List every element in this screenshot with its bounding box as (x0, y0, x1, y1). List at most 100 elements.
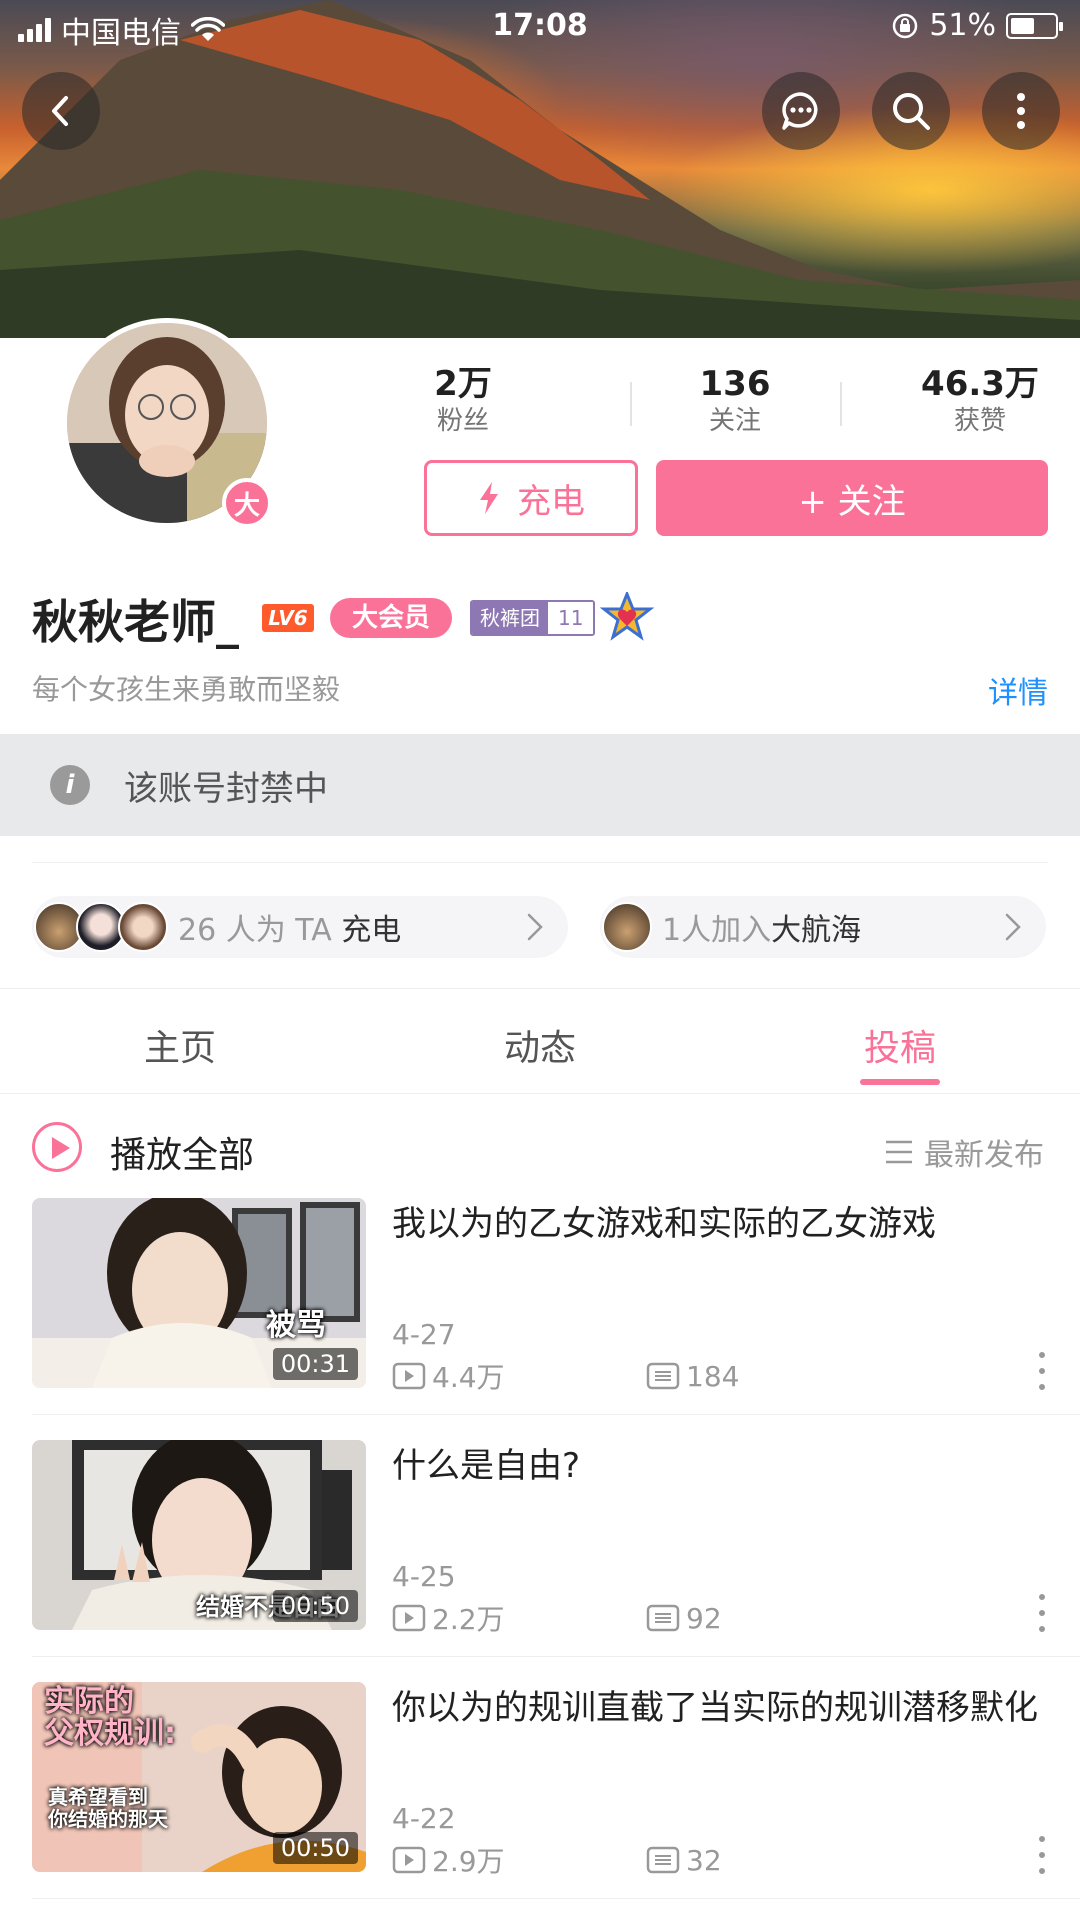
stat-value: 46.3万 (921, 364, 1039, 404)
views-group: 4.4万 (392, 1356, 646, 1396)
stat-value: 2万 (434, 364, 492, 404)
vip-avatar-badge: 大 (222, 478, 272, 528)
fan-medal-name: 秋裤团 (472, 602, 548, 634)
play-count-icon (392, 1362, 426, 1390)
video-duration: 00:50 (272, 1590, 358, 1622)
fan-medal-badge[interactable]: 秋裤团 11 (470, 600, 596, 636)
vip-badge[interactable]: 大会员 (330, 598, 452, 638)
rotation-lock-icon (893, 13, 918, 38)
list-icon (886, 1140, 912, 1164)
active-tab-indicator (860, 1079, 940, 1085)
charge-ranking-entry[interactable]: 26 人为 TA 充电 (32, 896, 568, 958)
stat-divider (630, 382, 632, 426)
search-button[interactable] (872, 72, 950, 150)
video-item[interactable]: 被骂 00:31 我以为的乙女游戏和实际的乙女游戏 4-27 4.4万 184 (32, 1198, 1048, 1394)
video-thumbnail[interactable]: 被骂 00:31 (32, 1198, 366, 1388)
comments-group: 32 (646, 1844, 722, 1877)
video-comments: 32 (686, 1843, 722, 1877)
voyage-text: 1人加入大航海 (662, 905, 861, 949)
charge-button[interactable]: 充电 (424, 460, 638, 536)
search-icon (893, 93, 930, 130)
status-right: 51% (891, 8, 1063, 43)
video-thumbnail[interactable]: 实际的 父权规训: 真希望看到 你结婚的那天 00:50 (32, 1682, 366, 1872)
video-title[interactable]: 什么是自由? (392, 1440, 1052, 1492)
avatar (602, 902, 652, 952)
divider (32, 1656, 1080, 1657)
comments-group: 92 (646, 1602, 722, 1635)
divider (32, 862, 1048, 863)
tab-dynamics[interactable]: 动态 (460, 1019, 620, 1071)
stat-label: 关注 (708, 406, 761, 436)
chevron-right-icon (1005, 913, 1021, 941)
chevron-left-icon (52, 96, 68, 126)
play-all-button[interactable]: 播放全部 (110, 1126, 254, 1178)
bio: 每个女孩生来勇敢而坚毅 (32, 673, 341, 706)
divider (32, 1414, 1080, 1415)
video-meta: 4.4万 184 (392, 1356, 739, 1396)
tab-uploads[interactable]: 投稿 (820, 1019, 980, 1071)
lightning-icon (480, 482, 498, 514)
video-date: 4-27 (392, 1318, 456, 1351)
follow-button-label: + 关注 (798, 481, 906, 522)
video-item[interactable]: 结婚不是自由 00:50 什么是自由? 4-25 2.2万 92 (32, 1440, 1048, 1636)
more-vertical-icon (1017, 93, 1025, 129)
video-caption: 实际的 父权规训: (44, 1684, 176, 1751)
video-views: 2.2万 (432, 1603, 505, 1636)
video-title[interactable]: 你以为的规训直截了当实际的规训潜移默化 (392, 1682, 1052, 1734)
more-vertical-icon[interactable] (1036, 1352, 1048, 1390)
chevron-right-icon (527, 913, 543, 941)
stat-fans[interactable]: 2万 粉丝 (408, 364, 518, 438)
voyage-prefix: 1人加入 (662, 913, 772, 948)
chat-bubble-icon (782, 92, 818, 130)
back-button[interactable] (22, 72, 100, 150)
video-duration: 00:31 (272, 1348, 358, 1380)
info-icon: i (50, 765, 90, 805)
play-count-icon (392, 1604, 426, 1632)
avatar (118, 902, 168, 952)
play-all-icon[interactable] (32, 1122, 82, 1172)
voyage-entry[interactable]: 1人加入大航海 (600, 896, 1046, 958)
stat-label: 获赞 (953, 406, 1006, 436)
video-date: 4-22 (392, 1802, 456, 1835)
video-meta: 2.9万 32 (392, 1840, 722, 1880)
more-vertical-icon[interactable] (1036, 1594, 1048, 1632)
stat-value: 136 (699, 364, 771, 404)
video-comments: 184 (686, 1359, 740, 1393)
video-thumbnail[interactable]: 结婚不是自由 00:50 (32, 1440, 366, 1630)
stat-likes: 46.3万 获赞 (900, 364, 1060, 438)
banned-notice-text: 该账号封禁中 (124, 768, 328, 809)
video-caption-secondary: 真希望看到 你结婚的那天 (48, 1785, 168, 1831)
stat-label: 粉丝 (436, 406, 489, 436)
medal-icon[interactable] (600, 592, 654, 646)
video-views: 2.9万 (432, 1845, 505, 1878)
video-meta: 2.2万 92 (392, 1598, 722, 1638)
sort-button[interactable]: 最新发布 (884, 1130, 1044, 1174)
battery-icon (1006, 12, 1063, 39)
charge-count-prefix: 26 人为 TA (178, 913, 342, 948)
battery-percent: 51% (929, 8, 996, 43)
charge-button-label: 充电 (517, 481, 585, 522)
voyage-strong: 大航海 (771, 913, 862, 948)
video-views: 4.4万 (432, 1361, 505, 1394)
banned-notice: i 该账号封禁中 (0, 734, 1080, 836)
video-item[interactable]: 实际的 父权规训: 真希望看到 你结婚的那天 00:50 你以为的规训直截了当实… (32, 1682, 1048, 1878)
follow-button[interactable]: + 关注 (656, 460, 1048, 536)
more-button[interactable] (982, 72, 1060, 150)
stat-divider (840, 382, 842, 426)
comments-group: 184 (646, 1360, 739, 1393)
video-comments: 92 (686, 1601, 722, 1635)
status-bar: 中国电信 17:08 51% (0, 0, 1080, 56)
stat-following[interactable]: 136 关注 (680, 364, 790, 438)
comment-count-icon (646, 1362, 680, 1390)
video-duration: 00:50 (272, 1832, 358, 1864)
detail-link[interactable]: 详情 (988, 668, 1048, 712)
more-vertical-icon[interactable] (1036, 1836, 1048, 1874)
views-group: 2.2万 (392, 1598, 646, 1638)
tab-home[interactable]: 主页 (100, 1019, 260, 1071)
charger-avatars (34, 902, 168, 952)
message-button[interactable] (762, 72, 840, 150)
divider (32, 1898, 1080, 1899)
video-title[interactable]: 我以为的乙女游戏和实际的乙女游戏 (392, 1198, 1052, 1250)
fan-medal-level: 11 (548, 602, 594, 634)
charge-count-strong: 充电 (341, 913, 402, 948)
